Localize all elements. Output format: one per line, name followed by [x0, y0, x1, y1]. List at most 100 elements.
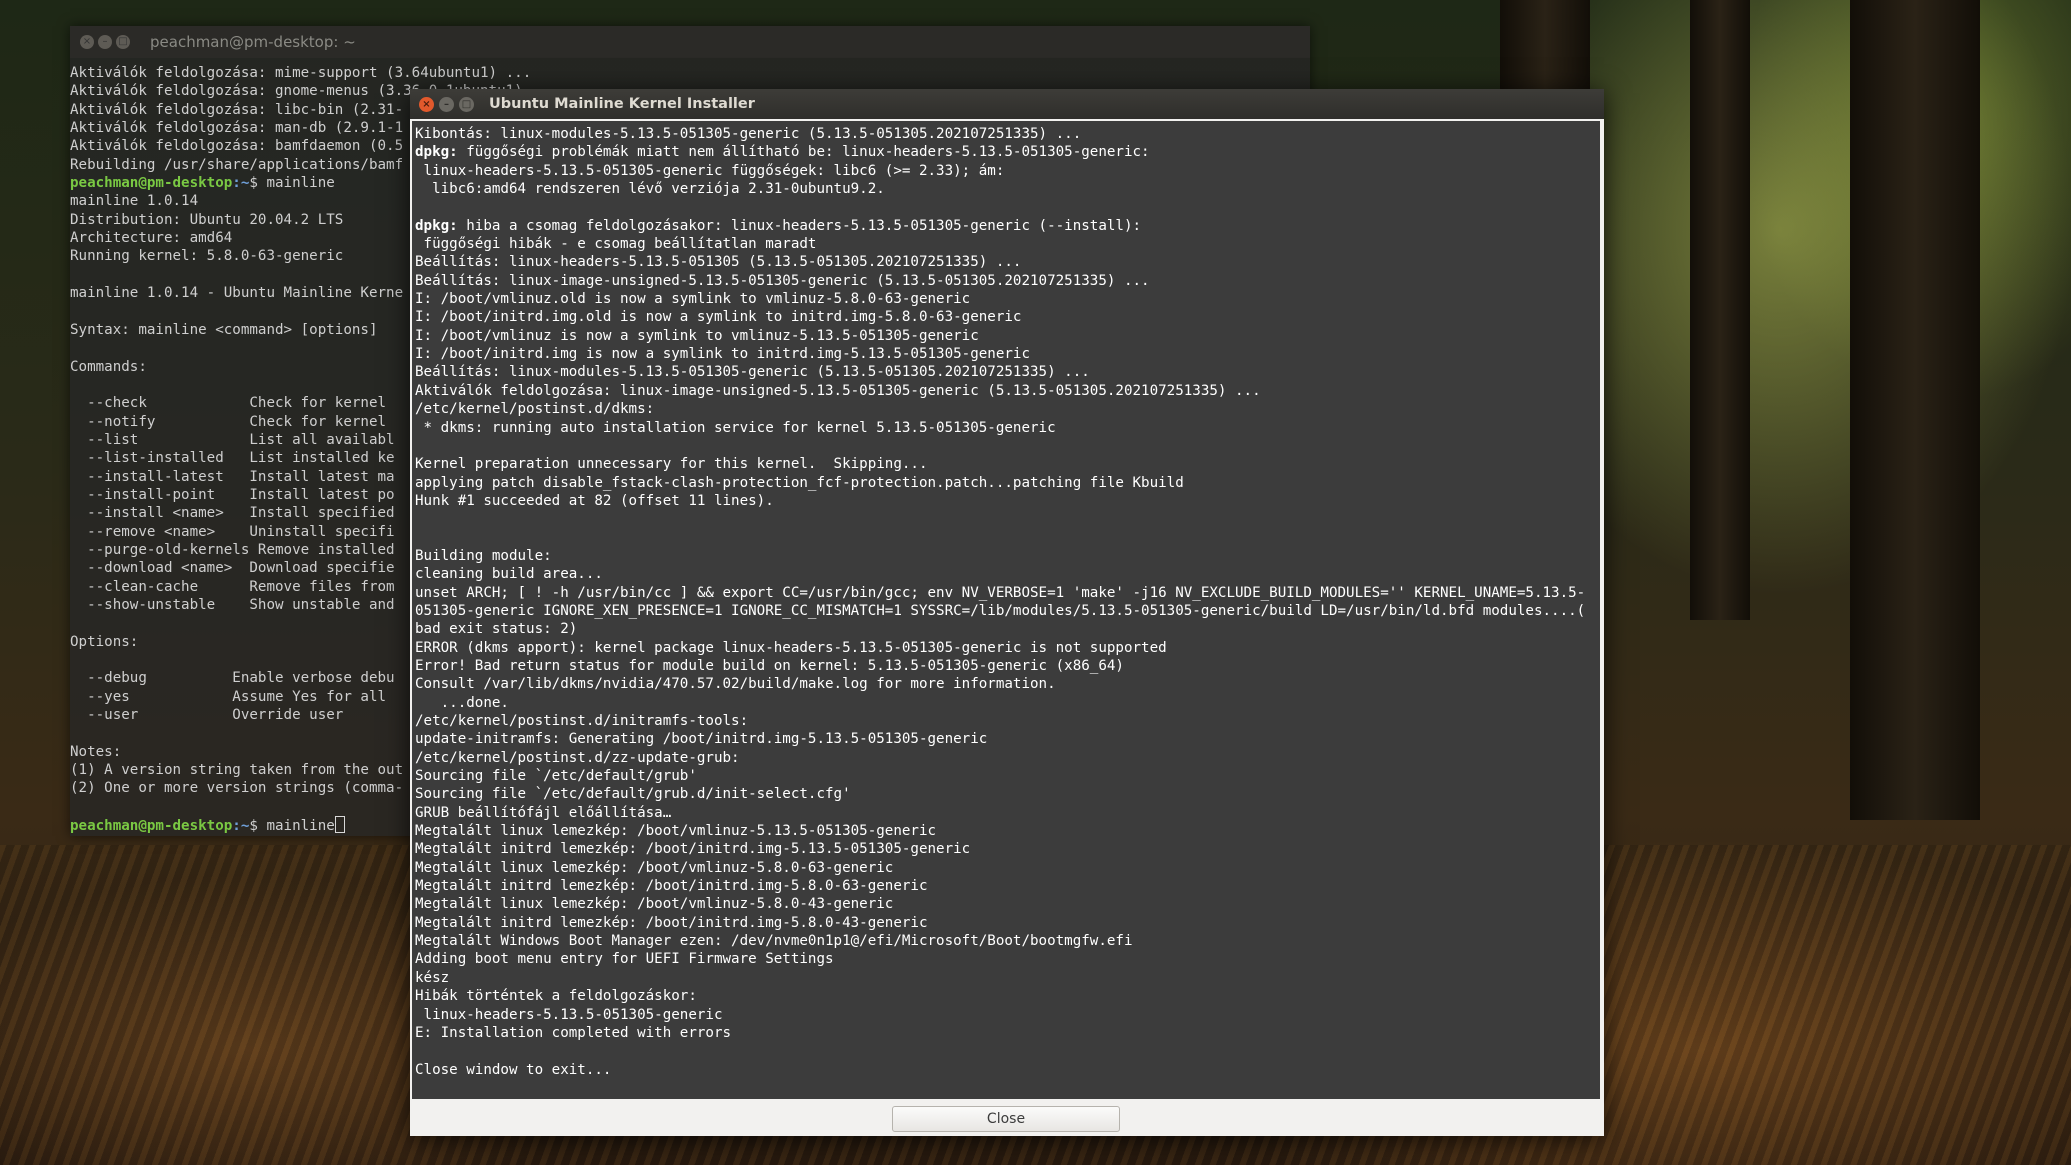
terminal-line-text: mainline 1.0.14 - Ubuntu Mainline Kerne — [70, 285, 404, 302]
log-line-text: Error! Bad return status for module buil… — [415, 657, 1124, 674]
terminal-line-text: --purge-old-kernels Remove installed — [70, 541, 395, 558]
log-line-prefix: dpkg: — [415, 144, 458, 161]
log-line: 051305-generic IGNORE_XEN_PRESENCE=1 IGN… — [415, 602, 1600, 620]
log-line-text: kész — [415, 969, 450, 986]
log-line-text: Megtalált Windows Boot Manager ezen: /de… — [415, 933, 1133, 950]
installer-window-controls: × – □ — [419, 96, 474, 112]
log-line-text: Beállítás: linux-image-unsigned-5.13.5-0… — [415, 272, 1150, 289]
background-tree-trunk — [1690, 0, 1750, 620]
terminal-maximize-icon[interactable]: □ — [116, 35, 130, 49]
installer-titlebar[interactable]: × – □ Ubuntu Mainline Kernel Installer — [410, 89, 1604, 119]
terminal-line-text: --show-unstable Show unstable and — [70, 596, 395, 613]
log-line: unset ARCH; [ ! -h /usr/bin/cc ] && expo… — [415, 584, 1600, 602]
window-close-icon[interactable]: × — [419, 96, 434, 112]
background-tree-trunk — [1850, 0, 1980, 820]
log-line: /etc/kernel/postinst.d/initramfs-tools: — [415, 712, 1600, 730]
log-line: I: /boot/initrd.img.old is now a symlink… — [415, 308, 1600, 326]
terminal-titlebar[interactable]: × – □ peachman@pm-desktop: ~ — [70, 26, 1310, 58]
terminal-close-icon[interactable]: × — [80, 35, 94, 49]
log-line: applying patch disable_fstack-clash-prot… — [415, 474, 1600, 492]
log-line-text: Megtalált linux lemezkép: /boot/vmlinuz-… — [415, 823, 937, 840]
log-line: update-initramfs: Generating /boot/initr… — [415, 730, 1600, 748]
log-line: Hibák történtek a feldolgozáskor: — [415, 987, 1600, 1005]
log-line: Megtalált linux lemezkép: /boot/vmlinuz-… — [415, 859, 1600, 877]
log-line: dpkg: hiba a csomag feldolgozásakor: lin… — [415, 217, 1600, 235]
log-line: Megtalált linux lemezkép: /boot/vmlinuz-… — [415, 895, 1600, 913]
log-line-text: E: Installation completed with errors — [415, 1024, 732, 1041]
log-line-text: Adding boot menu entry for UEFI Firmware… — [415, 951, 834, 968]
log-line-text: Building module: — [415, 547, 552, 564]
log-line-text: ...done. — [415, 694, 509, 711]
log-line-text: Consult /var/lib/dkms/nvidia/470.57.02/b… — [415, 676, 1056, 693]
log-line: Hunk #1 succeeded at 82 (offset 11 lines… — [415, 492, 1600, 510]
log-line-text: ERROR (dkms apport): kernel package linu… — [415, 639, 1167, 656]
log-line-text: Megtalált linux lemezkép: /boot/vmlinuz-… — [415, 859, 894, 876]
installer-window[interactable]: × – □ Ubuntu Mainline Kernel Installer K… — [410, 89, 1604, 1136]
log-line: /etc/kernel/postinst.d/zz-update-grub: — [415, 749, 1600, 767]
terminal-line-text: --install-point Install latest po — [70, 486, 395, 503]
prompt-path: :~ — [232, 818, 250, 834]
log-line: cleaning build area... — [415, 565, 1600, 583]
terminal-line-text: Aktiválók feldolgozása: mime-support (3.… — [70, 65, 532, 81]
terminal-minimize-icon[interactable]: – — [98, 35, 112, 49]
log-line: * dkms: running auto installation servic… — [415, 419, 1600, 437]
terminal-line-text: Options: — [70, 633, 139, 650]
log-line: Sourcing file `/etc/default/grub.d/init-… — [415, 785, 1600, 803]
terminal-line-text: --debug Enable verbose debu — [70, 670, 395, 687]
terminal-line-text: $ mainline — [249, 175, 335, 192]
terminal-line-text: (1) A version string taken from the out — [70, 762, 404, 779]
log-line: Megtalált initrd lemezkép: /boot/initrd.… — [415, 840, 1600, 858]
log-line: _ — [415, 1079, 1600, 1095]
log-line-text: /etc/kernel/postinst.d/dkms: — [415, 401, 655, 418]
terminal-line-text: Aktiválók feldolgozása: libc-bin (2.31- — [70, 101, 404, 118]
log-line: ERROR (dkms apport): kernel package linu… — [415, 639, 1600, 657]
log-line: Sourcing file `/etc/default/grub' — [415, 767, 1600, 785]
log-line: Beállítás: linux-image-unsigned-5.13.5-0… — [415, 272, 1600, 290]
prompt-user: peachman@pm-desktop — [70, 818, 233, 834]
installer-log[interactable]: Kibontás: linux-modules-5.13.5-051305-ge… — [412, 121, 1600, 1095]
terminal-line-text: Aktiválók feldolgozása: man-db (2.9.1-1 — [70, 120, 404, 137]
log-line: Building module: — [415, 547, 1600, 565]
log-line: /etc/kernel/postinst.d/dkms: — [415, 400, 1600, 418]
terminal-line-text: Notes: — [70, 743, 122, 760]
log-line: Beállítás: linux-modules-5.13.5-051305-g… — [415, 363, 1600, 381]
terminal-line-text: Commands: — [70, 358, 147, 375]
log-line: Megtalált initrd lemezkép: /boot/initrd.… — [415, 877, 1600, 895]
log-line-text: I: /boot/vmlinuz.old is now a symlink to… — [415, 291, 971, 308]
terminal-line-text: Rebuilding /usr/share/applications/bamf — [70, 156, 404, 173]
terminal-line-text: --list-installed List installed ke — [70, 450, 395, 467]
log-line-text: Hibák történtek a feldolgozáskor: — [415, 988, 697, 1005]
terminal-window-controls: × – □ — [80, 35, 130, 49]
window-minimize-icon[interactable]: – — [439, 96, 454, 112]
log-line: linux-headers-5.13.5-051305-generic függ… — [415, 162, 1600, 180]
close-button[interactable]: Close — [892, 1106, 1120, 1132]
log-line-text: Hunk #1 succeeded at 82 (offset 11 lines… — [415, 492, 774, 509]
prompt-path: :~ — [232, 175, 250, 192]
terminal-line-text: Aktiválók feldolgozása: bamfdaemon (0.5 — [70, 138, 404, 155]
terminal-line-text: --clean-cache Remove files from — [70, 578, 395, 595]
terminal-line-text: Running kernel: 5.8.0-63-generic — [70, 248, 344, 265]
log-line-text: libc6:amd64 rendszeren lévő verziója 2.3… — [415, 181, 885, 198]
terminal-line-text: --yes Assume Yes for all — [70, 688, 387, 705]
window-maximize-icon[interactable]: □ — [459, 96, 474, 112]
installer-log-panel[interactable]: Kibontás: linux-modules-5.13.5-051305-ge… — [412, 121, 1600, 1099]
log-line-text: Kibontás: linux-modules-5.13.5-051305-ge… — [415, 126, 1082, 142]
terminal-line-text: Distribution: Ubuntu 20.04.2 LTS — [70, 211, 344, 228]
terminal-line-text: --install <name> Install specified — [70, 505, 395, 522]
log-line: bad exit status: 2) — [415, 620, 1600, 638]
log-line: E: Installation completed with errors — [415, 1024, 1600, 1042]
log-line-text: _ — [415, 1079, 424, 1095]
log-line: Error! Bad return status for module buil… — [415, 657, 1600, 675]
log-line-text: Aktiválók feldolgozása: linux-image-unsi… — [415, 382, 1261, 399]
log-line: GRUB beállítófájl előállítása… — [415, 804, 1600, 822]
log-line: Adding boot menu entry for UEFI Firmware… — [415, 950, 1600, 968]
log-line-text: Megtalált initrd lemezkép: /boot/initrd.… — [415, 878, 928, 895]
log-line-text: Sourcing file `/etc/default/grub' — [415, 768, 697, 785]
log-line-prefix: dpkg: — [415, 217, 458, 234]
log-line: dpkg: függőségi problémák miatt nem állí… — [415, 143, 1600, 161]
